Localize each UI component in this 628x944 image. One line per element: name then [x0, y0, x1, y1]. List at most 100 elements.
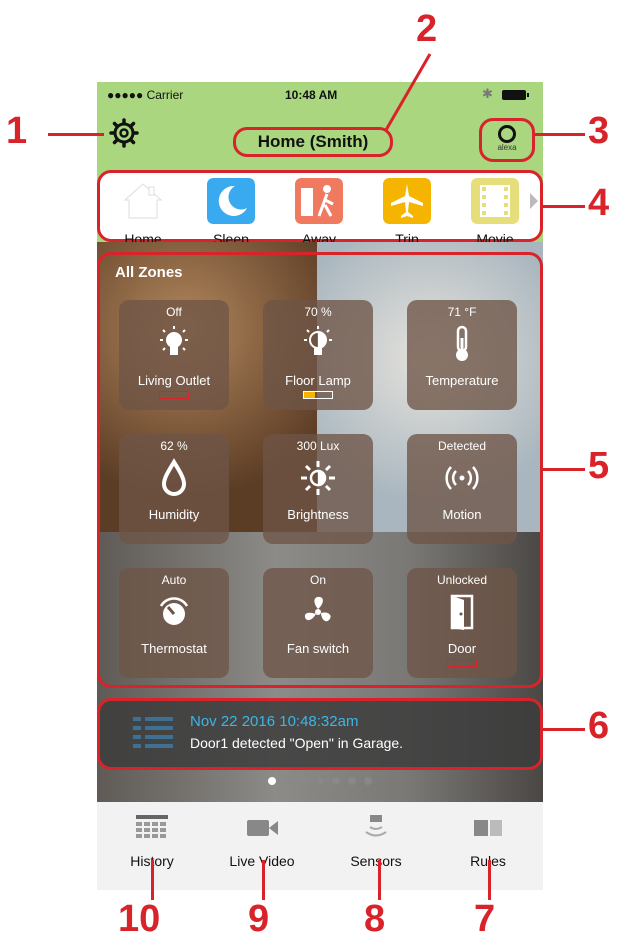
callout-line-5: [543, 468, 585, 471]
callout-3: 3: [588, 110, 610, 152]
callout-line-10: [151, 860, 154, 900]
tile-value: 70 %: [304, 305, 332, 319]
phone-screen: ●●●●● Carrier 10:48 AM ✱ Home (Smith) al…: [97, 82, 543, 890]
mode-trip[interactable]: Trip: [372, 178, 442, 247]
gear-icon[interactable]: [109, 118, 139, 148]
battery-medium-icon: [303, 391, 333, 399]
tile-temperature[interactable]: 71 °F Temperature: [407, 300, 517, 410]
callout-line-7: [488, 860, 491, 900]
door-icon: [450, 594, 474, 630]
page-dot[interactable]: [268, 777, 276, 785]
event-notification[interactable]: Nov 22 2016 10:48:32am Door1 detected "O…: [97, 698, 543, 770]
tile-value: Auto: [161, 573, 187, 587]
motion-waves-icon: [445, 466, 479, 490]
mode-sleep[interactable]: Sleep: [196, 178, 266, 247]
droplet-icon: [161, 458, 187, 496]
tile-name: Door: [447, 641, 477, 656]
callout-line-6: [543, 728, 585, 731]
zones-title: All Zones: [115, 264, 183, 281]
clock: 10:48 AM: [285, 88, 338, 102]
page-dot[interactable]: [364, 777, 372, 785]
event-message: Door1 detected "Open" in Garage.: [190, 735, 404, 751]
bulb-icon: [160, 326, 188, 355]
battery-icon: [502, 90, 529, 100]
film-icon: [471, 178, 519, 224]
fan-icon: [304, 596, 331, 622]
tile-value: 300 Lux: [296, 439, 340, 453]
page-dot[interactable]: [300, 777, 308, 785]
event-timestamp: Nov 22 2016 10:48:32am: [190, 713, 359, 730]
alexa-icon: [498, 125, 516, 143]
tab-sensors[interactable]: Sensors: [331, 814, 421, 869]
home-title-button[interactable]: Home (Smith): [233, 127, 393, 157]
dimmer-bulb-icon: [304, 326, 332, 355]
tile-name: Humidity: [148, 507, 200, 522]
house-icon: [123, 183, 163, 219]
bluetooth-icon: ✱: [482, 86, 493, 101]
mode-bar: Home Sleep Away Trip Movie: [97, 170, 543, 247]
callout-line-8: [378, 860, 381, 900]
tile-value: On: [309, 573, 326, 587]
callout-5: 5: [588, 445, 610, 487]
alexa-button[interactable]: alexa: [479, 118, 535, 162]
page-dot[interactable]: [316, 777, 324, 785]
dial-icon: [159, 597, 189, 625]
tile-name: Fan switch: [286, 641, 350, 656]
airplane-icon: [383, 178, 431, 224]
tile-living-outlet[interactable]: Off Living Outlet: [119, 300, 229, 410]
bottom-tab-bar: History Live Video Sensors Rules: [97, 802, 543, 890]
callout-line-4: [543, 205, 585, 208]
page-dot[interactable]: [332, 777, 340, 785]
tile-value: 71 °F: [447, 305, 477, 319]
rules-icon: [474, 820, 502, 836]
top-bar: ●●●●● Carrier 10:48 AM ✱ Home (Smith) al…: [97, 82, 543, 247]
tile-fan-switch[interactable]: On Fan switch: [263, 568, 373, 678]
callout-1: 1: [6, 110, 28, 152]
tile-name: Brightness: [287, 507, 349, 522]
tile-thermostat[interactable]: Auto Thermostat: [119, 568, 229, 678]
tile-motion[interactable]: Detected Motion: [407, 434, 517, 544]
thermometer-icon: [456, 325, 468, 361]
callout-4: 4: [588, 182, 610, 224]
carrier-label: ●●●●● Carrier: [107, 88, 184, 102]
tile-name: Living Outlet: [137, 373, 211, 388]
walking-person-icon: [295, 178, 343, 224]
status-bar: ●●●●● Carrier 10:48 AM ✱: [97, 82, 543, 108]
battery-low-icon: [447, 659, 477, 667]
mode-home[interactable]: Home: [108, 178, 178, 247]
tile-name: Floor Lamp: [285, 373, 351, 388]
tile-name: Thermostat: [141, 641, 207, 656]
mode-away[interactable]: Away: [284, 178, 354, 247]
callout-line-2: [384, 53, 432, 131]
callout-line-9: [262, 860, 265, 900]
callout-9: 9: [248, 898, 270, 940]
alexa-label: alexa: [497, 143, 517, 152]
callout-6: 6: [588, 705, 610, 747]
tile-name: Motion: [442, 507, 482, 522]
tab-label: Sensors: [350, 853, 402, 869]
callout-7: 7: [474, 898, 496, 940]
callout-10: 10: [118, 898, 161, 940]
sun-icon: [301, 461, 335, 495]
tile-door[interactable]: Unlocked Door: [407, 568, 517, 678]
grid-calendar-icon: [136, 815, 168, 838]
tile-value: Off: [166, 305, 182, 319]
video-camera-icon: [247, 820, 278, 836]
battery-low-icon: [159, 391, 189, 399]
page-indicator[interactable]: [97, 772, 543, 786]
tile-name: Temperature: [425, 373, 499, 388]
tile-brightness[interactable]: 300 Lux Brightness: [263, 434, 373, 544]
event-log-icon: [133, 717, 173, 748]
callout-2: 2: [416, 8, 438, 50]
tile-humidity[interactable]: 62 % Humidity: [119, 434, 229, 544]
sensor-signal-icon: [365, 815, 387, 837]
callout-8: 8: [364, 898, 386, 940]
moon-icon: [207, 178, 255, 224]
page-dot[interactable]: [348, 777, 356, 785]
mode-scroll-arrow-icon[interactable]: [530, 193, 538, 209]
tile-floor-lamp[interactable]: 70 % Floor Lamp: [263, 300, 373, 410]
tile-value: Unlocked: [436, 573, 488, 587]
mode-movie[interactable]: Movie: [460, 178, 530, 247]
callout-line-1: [48, 133, 104, 136]
page-dot[interactable]: [284, 777, 292, 785]
